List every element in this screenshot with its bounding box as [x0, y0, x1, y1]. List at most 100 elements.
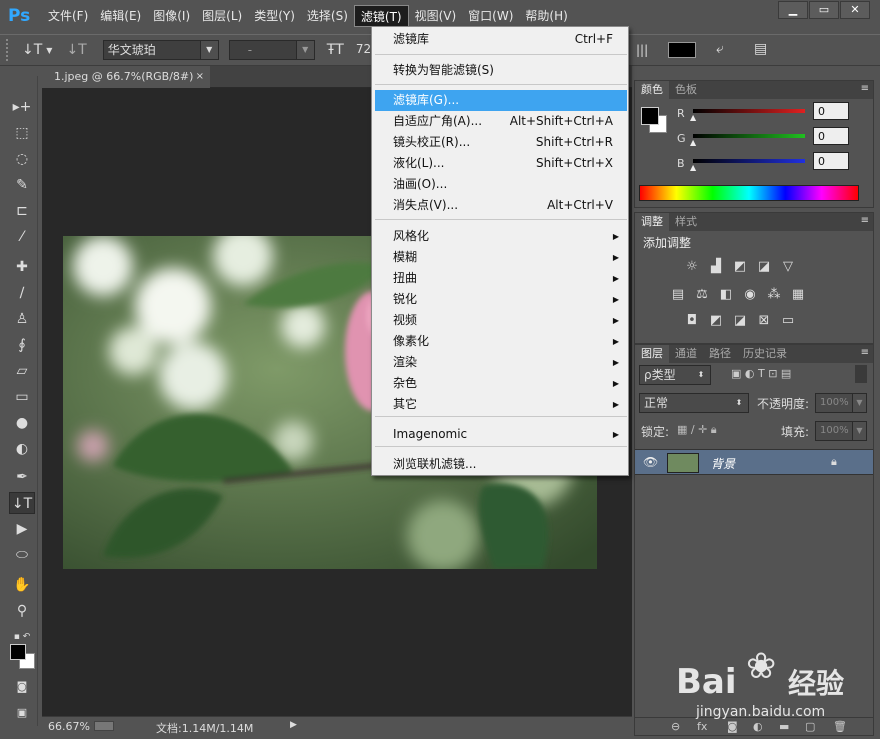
- menu-edit[interactable]: 编辑(E): [94, 5, 147, 27]
- adjustment-layer-icon[interactable]: ◐: [753, 720, 763, 733]
- curves-icon[interactable]: ◩: [731, 259, 749, 275]
- channel-value-field[interactable]: 0: [813, 127, 849, 145]
- lock-icons[interactable]: ▦ ∕ ✛ 🔒︎: [677, 423, 717, 437]
- close-button[interactable]: ✕: [840, 1, 870, 19]
- tab-color[interactable]: 颜色: [635, 81, 669, 99]
- channel-slider[interactable]: [693, 134, 805, 138]
- eyedropper-tool-icon[interactable]: ⁄: [9, 226, 35, 248]
- filter-menu-item[interactable]: 杂色 ▶: [375, 373, 627, 394]
- text-orientation-icon[interactable]: ↓T: [66, 42, 86, 58]
- delete-layer-icon[interactable]: 🗑︎: [833, 720, 847, 733]
- document-tab[interactable]: 1.jpeg @ 66.7%(RGB/8#) ×: [42, 66, 210, 88]
- add-mask-icon[interactable]: ◙: [727, 720, 738, 733]
- menu-select[interactable]: 选择(S): [301, 5, 354, 27]
- status-menu-arrow-icon[interactable]: ▶: [290, 720, 297, 730]
- hue-saturation-icon[interactable]: ▤: [669, 287, 687, 303]
- slider-thumb-icon[interactable]: ▲: [690, 163, 696, 172]
- filter-menu-item[interactable]: Imagenomic ▶: [375, 424, 627, 445]
- tab-styles[interactable]: 样式: [669, 213, 703, 231]
- menu-image[interactable]: 图像(I): [147, 5, 196, 27]
- slider-thumb-icon[interactable]: ▲: [690, 138, 696, 147]
- filter-menu-item[interactable]: 其它 ▶: [375, 394, 627, 415]
- clone-stamp-icon[interactable]: ♙: [9, 308, 35, 330]
- warp-text-icon[interactable]: |||: [636, 43, 648, 57]
- menu-layer[interactable]: 图层(L): [196, 5, 248, 27]
- text-tool-preset-icon[interactable]: ↓T: [22, 42, 42, 58]
- filter-menu-item[interactable]: 锐化 ▶: [375, 289, 627, 310]
- menu-filter[interactable]: 滤镜(T): [353, 5, 409, 27]
- filter-menu-item[interactable]: 自适应广角(A)... Alt+Shift+Ctrl+A: [375, 111, 627, 132]
- quick-mask-icon[interactable]: ◙: [9, 676, 35, 698]
- invert-icon[interactable]: ◘: [683, 313, 701, 329]
- panel-menu-icon[interactable]: ≡: [861, 347, 869, 358]
- tab-swatches[interactable]: 色板: [669, 81, 703, 99]
- tab-adjustments[interactable]: 调整: [635, 213, 669, 231]
- channel-slider[interactable]: [693, 109, 805, 113]
- color-spectrum-ramp[interactable]: [639, 185, 859, 201]
- channel-value-field[interactable]: 0: [813, 152, 849, 170]
- hand-tool-icon[interactable]: ✋: [9, 574, 35, 596]
- crop-tool-icon[interactable]: ⊏: [9, 200, 35, 222]
- channel-value-field[interactable]: 0: [813, 102, 849, 120]
- filter-menu-item[interactable]: 浏览联机滤镜...: [375, 454, 627, 475]
- character-panel-icon[interactable]: ▤: [754, 41, 767, 57]
- filter-menu-item[interactable]: 滤镜库 Ctrl+F: [375, 29, 627, 50]
- menu-type[interactable]: 类型(Y): [248, 5, 301, 27]
- screen-mode-icon[interactable]: ▣: [9, 702, 35, 724]
- vertical-type-tool-icon[interactable]: ↓T: [9, 492, 35, 514]
- pen-tool-icon[interactable]: ✒: [9, 466, 35, 488]
- tab-channels[interactable]: 通道: [669, 345, 703, 363]
- fill-field[interactable]: 100% ▼: [815, 421, 867, 441]
- slider-thumb-icon[interactable]: ▲: [690, 113, 696, 122]
- filter-menu-item[interactable]: 渲染 ▶: [375, 352, 627, 373]
- lasso-tool-icon[interactable]: ◌: [9, 148, 35, 170]
- healing-brush-icon[interactable]: ✚: [9, 256, 35, 278]
- filter-menu-item[interactable]: 视频 ▶: [375, 310, 627, 331]
- gradient-tool-icon[interactable]: ▭: [9, 386, 35, 408]
- panel-menu-icon[interactable]: ≡: [861, 83, 869, 94]
- filter-menu-item[interactable]: 转换为智能滤镜(S): [375, 60, 627, 81]
- menu-view[interactable]: 视图(V): [409, 5, 463, 27]
- layer-name[interactable]: 背景: [711, 455, 735, 472]
- ellipse-tool-icon[interactable]: ⬭: [9, 544, 35, 566]
- tab-paths[interactable]: 路径: [703, 345, 737, 363]
- foreground-color-swatch[interactable]: [10, 644, 26, 660]
- font-style-select[interactable]: - ▼: [228, 40, 315, 60]
- filter-menu-item[interactable]: 模糊 ▶: [375, 247, 627, 268]
- filter-menu-item[interactable]: 滤镜库(G)...: [375, 90, 627, 111]
- new-layer-icon[interactable]: ▢: [805, 720, 815, 733]
- threshold-icon[interactable]: ◪: [731, 313, 749, 329]
- eye-icon[interactable]: 👁︎: [643, 455, 658, 469]
- quick-select-tool-icon[interactable]: ✎: [9, 174, 35, 196]
- tab-history[interactable]: 历史记录: [737, 345, 793, 363]
- zoom-level[interactable]: 66.67%: [48, 720, 90, 733]
- marquee-tool-icon[interactable]: ⬚: [9, 122, 35, 144]
- channel-slider[interactable]: [693, 159, 805, 163]
- grip-handle[interactable]: [6, 39, 14, 61]
- text-color-swatch[interactable]: [668, 42, 696, 58]
- path-select-tool-icon[interactable]: ▶: [9, 518, 35, 540]
- photo-filter-icon[interactable]: ◉: [741, 287, 759, 303]
- blur-tool-icon[interactable]: ●: [9, 412, 35, 434]
- font-family-select[interactable]: 华文琥珀 ▼: [102, 40, 219, 60]
- filter-menu-item[interactable]: 油画(O)...: [375, 174, 627, 195]
- chevron-down-icon[interactable]: ▼: [46, 46, 52, 55]
- maximize-button[interactable]: ▭: [809, 1, 839, 19]
- brush-tool-icon[interactable]: ∕: [9, 282, 35, 304]
- dodge-tool-icon[interactable]: ◐: [9, 438, 35, 460]
- layer-row[interactable]: 👁︎ 背景 🔒︎: [635, 449, 873, 475]
- opacity-field[interactable]: 100% ▼: [815, 393, 867, 413]
- move-tool-icon[interactable]: ▸+: [9, 96, 35, 118]
- filter-menu-item[interactable]: 消失点(V)... Alt+Ctrl+V: [375, 195, 627, 216]
- vibrance-icon[interactable]: ▽: [779, 259, 797, 275]
- create-warped-text-icon[interactable]: ⤶: [716, 41, 724, 57]
- posterize-icon[interactable]: ◩: [707, 313, 725, 329]
- brightness-icon[interactable]: ☼: [683, 259, 701, 275]
- color-lookup-icon[interactable]: ▦: [789, 287, 807, 303]
- levels-icon[interactable]: ▟: [707, 259, 725, 275]
- selective-color-icon[interactable]: ⊠: [755, 313, 773, 329]
- filter-menu-item[interactable]: 风格化 ▶: [375, 226, 627, 247]
- gradient-map-icon[interactable]: ▭: [779, 313, 797, 329]
- color-balance-icon[interactable]: ⚖: [693, 287, 711, 303]
- filter-menu-item[interactable]: 扭曲 ▶: [375, 268, 627, 289]
